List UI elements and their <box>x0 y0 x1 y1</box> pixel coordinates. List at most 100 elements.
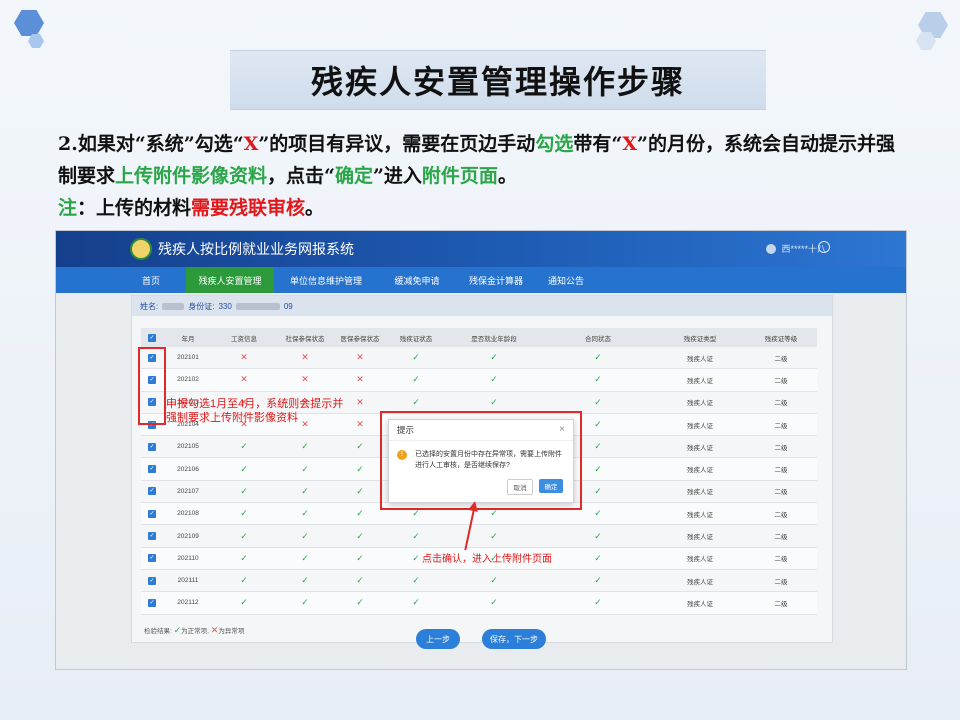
row-checkbox[interactable]: ✓ <box>141 569 163 593</box>
confirm-button[interactable]: 确定 <box>539 479 563 493</box>
status-cell: ✕ <box>213 347 275 370</box>
decor-hex-top-left-small <box>28 34 44 48</box>
col-header: 残疾证类型 <box>655 328 745 347</box>
row-checkbox[interactable]: ✓ <box>141 457 163 481</box>
check-icon: ✓ <box>356 530 364 541</box>
row-month: 202108 <box>163 502 213 526</box>
desc-red-highlight: 需要残联审核 <box>191 197 306 219</box>
slide-title: 残疾人安置管理操作步骤 <box>230 50 766 110</box>
status-cell: ✕ <box>335 368 385 392</box>
col-header: 是否就业年龄段 <box>447 328 541 347</box>
check-icon: ✓ <box>148 576 156 585</box>
status-cell: ✓ <box>275 569 335 593</box>
row-cert-level: 二级 <box>745 591 817 615</box>
status-cell: ✓ <box>213 547 275 570</box>
status-cell: ✓ <box>335 569 385 593</box>
status-cell: ✓ <box>447 368 541 392</box>
check-icon: ✓ <box>356 575 364 586</box>
dialog-message: 已选择的安置月份中存在异常项，需要上传附件进行人工审核，是否继续保存? <box>415 451 562 469</box>
check-icon: ✓ <box>594 485 602 496</box>
status-cell: ✓ <box>335 524 385 548</box>
col-header: 残疾证状态 <box>385 328 447 347</box>
status-cell: ✕ <box>275 347 335 370</box>
nav-reduction-apply[interactable]: 缓减免申请 <box>378 267 456 293</box>
row-checkbox[interactable]: ✓ <box>141 591 163 615</box>
nav-unit-info[interactable]: 单位信息维护管理 <box>274 267 378 293</box>
row-checkbox[interactable]: ✓ <box>141 502 163 526</box>
row-cert-level: 二级 <box>745 413 817 437</box>
row-checkbox[interactable]: ✓ <box>141 547 163 570</box>
nav-calculator[interactable]: 残保金计算器 <box>456 267 536 293</box>
app-title: 残疾人按比例就业业务网报系统 <box>158 241 354 257</box>
check-icon: ✓ <box>301 552 309 563</box>
checkbox-highlight <box>138 347 166 425</box>
check-icon: ✓ <box>356 508 364 519</box>
prev-button[interactable]: 上一步 <box>416 629 460 649</box>
nav-notices[interactable]: 通知公告 <box>536 267 596 293</box>
dialog-buttons: 取消 确定 <box>507 479 563 495</box>
status-cell: ✓ <box>213 435 275 459</box>
status-cell: ✓ <box>275 591 335 615</box>
desc-text: 带有“ <box>573 133 623 155</box>
bottom-annotation: 点击确认，进入上传附件页面 <box>422 554 552 565</box>
user-menu[interactable]: 西*****十八 <box>766 242 826 255</box>
table-header-row: ✓ 年月 工资信息 社保参保状态 医保参保状态 残疾证状态 是否就业年龄段 合同… <box>141 328 817 347</box>
cancel-button[interactable]: 取消 <box>507 479 533 495</box>
status-cell: ✓ <box>541 569 655 593</box>
row-checkbox[interactable]: ✓ <box>141 524 163 548</box>
check-icon: ✓ <box>412 552 420 563</box>
row-cert-type: 残疾人证 <box>655 435 745 459</box>
status-cell: ✕ <box>335 347 385 370</box>
cross-icon: ✕ <box>356 396 364 407</box>
logout-icon[interactable] <box>818 241 830 253</box>
check-icon: ✓ <box>412 597 420 608</box>
slide-description: 2.如果对“系统”勾选“X”的项目有异议，需要在页边手动勾选带有“X”的月份，系… <box>58 128 908 224</box>
row-month: 202105 <box>163 435 213 459</box>
status-cell: ✓ <box>275 480 335 504</box>
cross-icon: ✕ <box>301 352 309 363</box>
check-icon: ✓ <box>594 374 602 385</box>
check-icon: ✓ <box>240 575 248 586</box>
nav-home[interactable]: 首页 <box>116 267 186 293</box>
check-icon: ✓ <box>301 441 309 452</box>
cross-icon: ✕ <box>356 374 364 385</box>
row-checkbox[interactable]: ✓ <box>141 435 163 459</box>
select-all-checkbox[interactable]: ✓ <box>141 328 163 347</box>
dialog-body: ! 已选择的安置月份中存在异常项，需要上传附件进行人工审核，是否继续保存? <box>389 441 573 471</box>
table-row: ✓ 202112 ✓ ✓ ✓ ✓ ✓ ✓ 残疾人证 二级 <box>141 591 817 615</box>
nav-disabled-placement[interactable]: 残疾人安置管理 <box>186 267 274 293</box>
id-redacted <box>235 302 280 310</box>
note-label: 注 <box>58 197 78 219</box>
row-cert-level: 二级 <box>745 391 817 414</box>
status-cell: ✕ <box>275 368 335 392</box>
table-row: ✓ 202111 ✓ ✓ ✓ ✓ ✓ ✓ 残疾人证 二级 <box>141 569 817 593</box>
check-icon: ✓ <box>240 552 248 563</box>
status-cell: ✓ <box>385 569 447 593</box>
check-icon: ✓ <box>148 465 156 474</box>
main-nav: 首页 残疾人安置管理 单位信息维护管理 缓减免申请 残保金计算器 通知公告 <box>56 267 906 293</box>
close-icon[interactable]: × <box>559 424 565 435</box>
desc-x-mark: X <box>243 133 259 155</box>
check-icon: ✓ <box>594 597 602 608</box>
row-month: 202112 <box>163 591 213 615</box>
check-icon: ✓ <box>594 352 602 363</box>
status-cell: ✓ <box>275 502 335 526</box>
confirm-dialog: 提示 × ! 已选择的安置月份中存在异常项，需要上传附件进行人工审核，是否继续保… <box>388 419 574 503</box>
id-start: 330 <box>218 301 232 311</box>
row-month: 202109 <box>163 524 213 548</box>
col-header: 医保参保状态 <box>335 328 385 347</box>
logo-icon <box>130 238 152 260</box>
status-cell: ✓ <box>335 480 385 504</box>
check-icon: ✓ <box>240 508 248 519</box>
check-icon: ✓ <box>594 508 602 519</box>
status-cell: ✓ <box>447 569 541 593</box>
desc-text: 。 <box>305 197 325 219</box>
row-month: 202101 <box>163 347 213 370</box>
check-icon: ✓ <box>594 396 602 407</box>
row-month: 202107 <box>163 480 213 504</box>
row-checkbox[interactable]: ✓ <box>141 480 163 504</box>
status-cell: ✓ <box>447 524 541 548</box>
check-icon: ✓ <box>412 396 420 407</box>
save-next-button[interactable]: 保存，下一步 <box>482 629 546 649</box>
status-cell: ✓ <box>213 480 275 504</box>
